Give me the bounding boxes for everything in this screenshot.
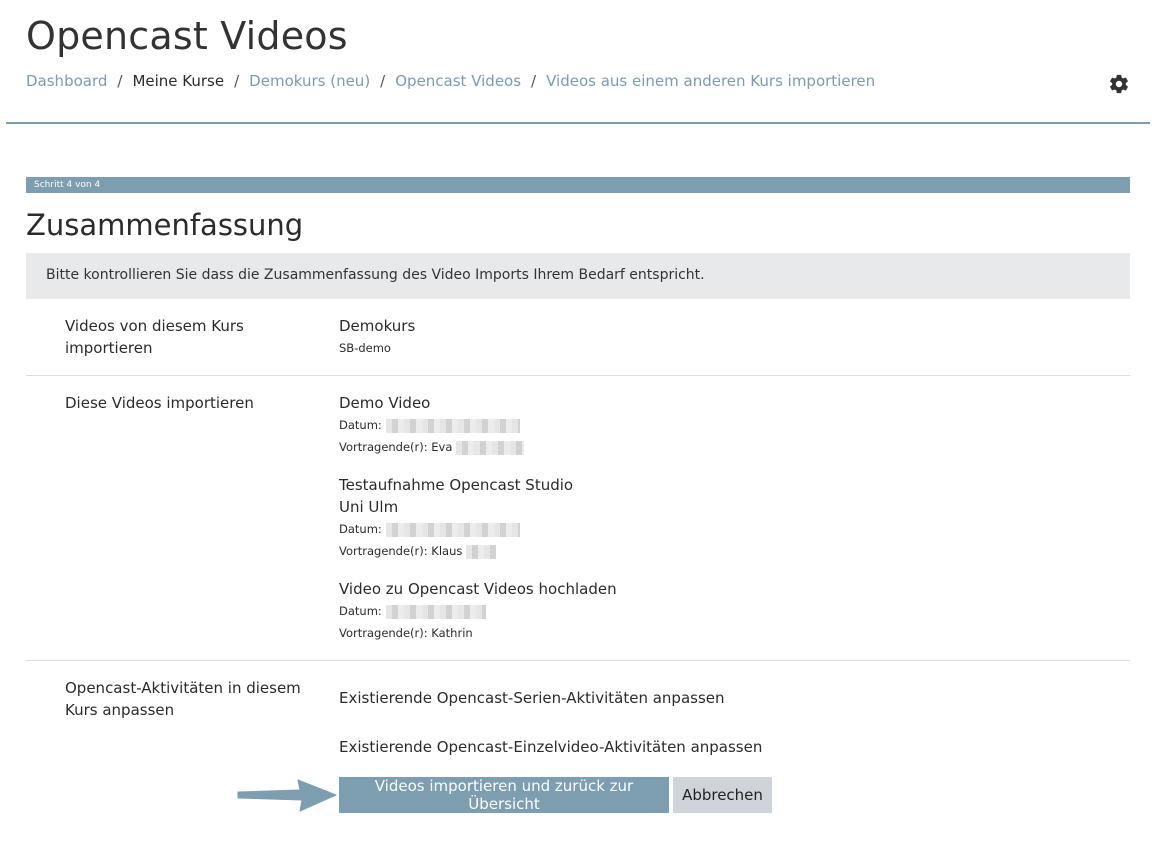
breadcrumb: Dashboard / Meine Kurse / Demokurs (neu)… <box>26 72 875 90</box>
import-submit-button[interactable]: Videos importieren und zurück zur Übersi… <box>339 777 669 813</box>
section-title: Zusammenfassung <box>26 208 304 242</box>
list-item: Video zu Opencast Videos hochladen Datum… <box>339 578 617 644</box>
cancel-button[interactable]: Abbrechen <box>673 777 772 813</box>
redacted-date <box>385 522 520 537</box>
redacted-name <box>466 544 497 559</box>
list-item: Demo Video Datum: Vortragende(r): Eva <box>339 392 599 458</box>
breadcrumb-separator: / <box>234 72 240 90</box>
page-title: Opencast Videos <box>26 14 348 58</box>
progress-bar: Schritt 4 von 4 <box>26 177 1130 193</box>
info-notice: Bitte kontrollieren Sie dass die Zusamme… <box>26 253 1130 299</box>
redacted-date <box>385 418 520 433</box>
videos-row: Diese Videos importieren Demo Video Datu… <box>26 376 1130 661</box>
source-course-value: Demokurs SB-demo <box>339 315 415 359</box>
videos-list: Demo Video Datum: Vortragende(r): Eva Te… <box>339 392 617 660</box>
redacted-name <box>456 440 525 455</box>
video-title: Video zu Opencast Videos hochladen <box>339 580 617 598</box>
single-video-activities-option: Existierende Opencast-Einzelvideo-Aktivi… <box>339 738 763 756</box>
breadcrumb-opencast-videos[interactable]: Opencast Videos <box>395 72 521 90</box>
breadcrumb-separator: / <box>380 72 386 90</box>
series-activities-option: Existierende Opencast-Serien-Aktivitäten… <box>339 689 725 707</box>
source-course-label: Videos von diesem Kurs importieren <box>65 317 244 357</box>
activities-label: Opencast-Aktivitäten in diesem Kurs anpa… <box>65 679 301 719</box>
video-title: Demo Video <box>339 394 431 412</box>
video-presenter: Vortragende(r): Kathrin <box>339 626 473 640</box>
breadcrumb-separator: / <box>117 72 123 90</box>
course-name: Demokurs <box>339 317 416 335</box>
breadcrumb-import[interactable]: Videos aus einem anderen Kurs importiere… <box>546 72 875 90</box>
breadcrumb-separator: / <box>531 72 537 90</box>
breadcrumb-dashboard[interactable]: Dashboard <box>26 72 107 90</box>
video-date: Datum: <box>339 518 599 540</box>
video-title: Testaufnahme Opencast Studio Uni Ulm <box>339 476 574 516</box>
activities-row: Opencast-Aktivitäten in diesem Kurs anpa… <box>26 661 1130 771</box>
breadcrumb-course[interactable]: Demokurs (neu) <box>249 72 370 90</box>
redacted-date <box>385 604 486 619</box>
progress-fill <box>26 177 1130 193</box>
gear-icon[interactable] <box>1108 73 1130 95</box>
video-presenter: Vortragende(r): Eva <box>339 436 599 458</box>
video-date: Datum: <box>339 600 599 622</box>
course-shortname: SB-demo <box>339 341 391 355</box>
arrow-icon <box>237 779 337 812</box>
breadcrumb-my-courses: Meine Kurse <box>132 72 225 90</box>
progress-label: Schritt 4 von 4 <box>34 180 101 190</box>
source-course-row: Videos von diesem Kurs importieren Demok… <box>26 299 1130 376</box>
list-item: Testaufnahme Opencast Studio Uni Ulm Dat… <box>339 474 599 562</box>
video-presenter: Vortragende(r): Klaus <box>339 540 599 562</box>
videos-label: Diese Videos importieren <box>65 394 254 412</box>
header-divider <box>6 122 1150 124</box>
video-date: Datum: <box>339 414 599 436</box>
